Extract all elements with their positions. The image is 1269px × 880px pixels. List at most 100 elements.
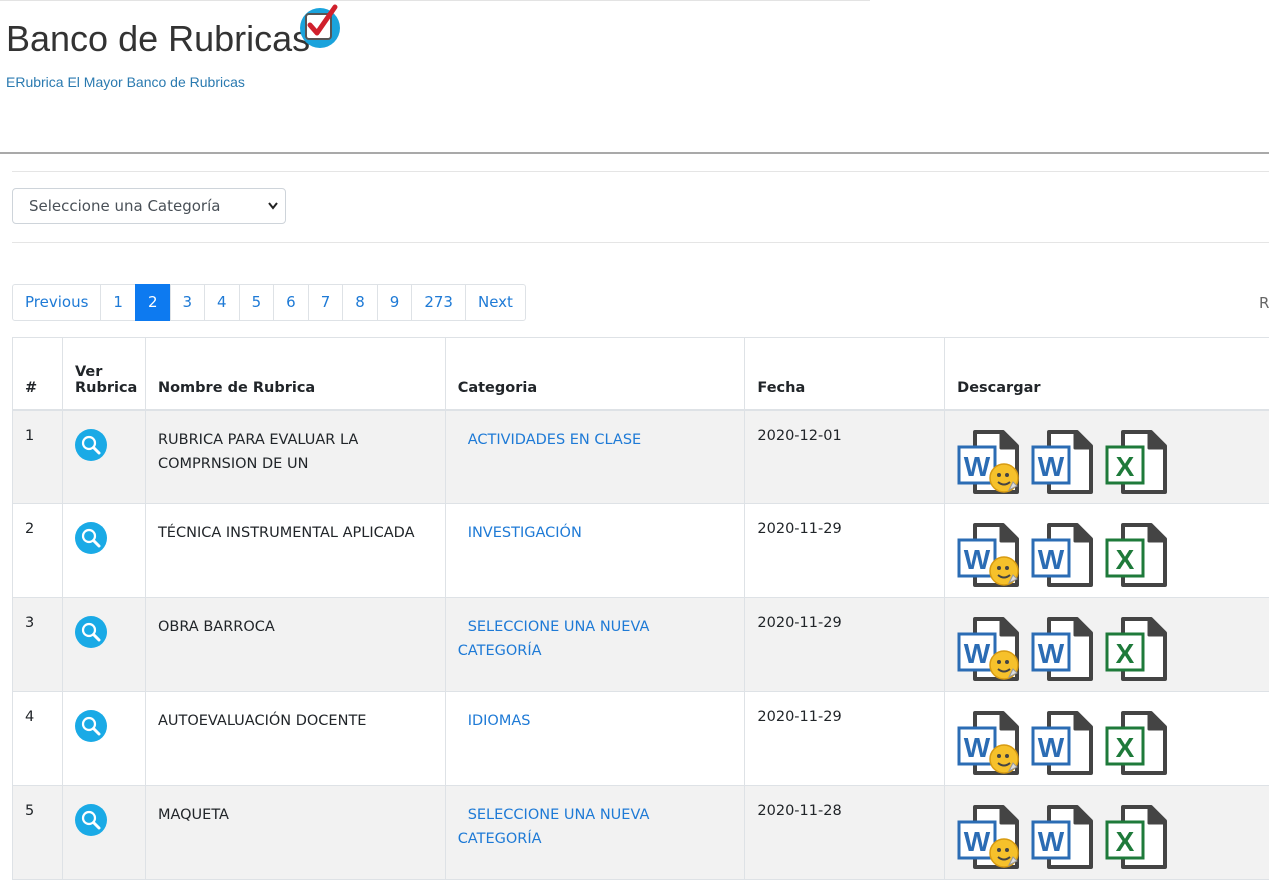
view-rubric-button[interactable] — [75, 710, 107, 742]
row-number: 5 — [13, 786, 63, 880]
header-divider — [0, 152, 1269, 154]
table-row: 1 RUBRICA PARA EVALUAR LA COMPRNSION DE … — [13, 410, 1269, 504]
category-cell: INVESTIGACIÓN — [445, 504, 745, 598]
svg-text:W: W — [1038, 826, 1065, 857]
rubric-name: TÉCNICA INSTRUMENTAL APLICADA — [145, 504, 445, 598]
svg-text:W: W — [1038, 451, 1065, 482]
category-cell: SELECCIONE UNA NUEVA CATEGORÍA — [445, 786, 745, 880]
category-select[interactable]: Seleccione una Categoría — [12, 188, 286, 224]
table-row: 5 MAQUETA SELECCIONE UNA NUEVA CATEGORÍA… — [13, 786, 1269, 880]
pagination-page[interactable]: 9 — [377, 284, 413, 321]
svg-text:X: X — [1116, 826, 1135, 857]
magnifier-icon — [75, 429, 107, 461]
col-header-download: Descargar — [945, 338, 1269, 410]
magnifier-icon — [75, 710, 107, 742]
svg-text:W: W — [964, 826, 991, 857]
rubric-date: 2020-11-29 — [745, 504, 945, 598]
pagination-page[interactable]: 273 — [411, 284, 466, 321]
pagination-page[interactable]: 7 — [308, 284, 344, 321]
svg-text:W: W — [964, 638, 991, 669]
rubric-date: 2020-11-28 — [745, 786, 945, 880]
row-number: 2 — [13, 504, 63, 598]
rubric-name: MAQUETA — [145, 786, 445, 880]
checkbox-check-icon — [297, 3, 343, 49]
pagination-page[interactable]: 3 — [170, 284, 206, 321]
excel-icon[interactable]: X — [1105, 523, 1169, 587]
word-edit-icon[interactable]: W — [957, 805, 1021, 869]
view-rubric-button[interactable] — [75, 522, 107, 554]
excel-icon[interactable]: X — [1105, 805, 1169, 869]
pagination-page-active[interactable]: 2 — [135, 284, 171, 321]
view-cell — [62, 504, 145, 598]
svg-text:W: W — [1038, 638, 1065, 669]
view-rubric-button[interactable] — [75, 429, 107, 461]
word-edit-icon[interactable]: W — [957, 711, 1021, 775]
col-header-view: Ver Rubrica — [62, 338, 145, 410]
table-row: 2 TÉCNICA INSTRUMENTAL APLICADA INVESTIG… — [13, 504, 1269, 598]
word-edit-icon[interactable]: W — [957, 523, 1021, 587]
pagination-page[interactable]: 4 — [204, 284, 240, 321]
rubric-name: AUTOEVALUACIÓN DOCENTE — [145, 692, 445, 786]
category-cell: IDIOMAS — [445, 692, 745, 786]
word-icon[interactable]: W — [1031, 617, 1095, 681]
download-cell: W W X — [945, 504, 1269, 598]
word-edit-icon[interactable]: W — [957, 430, 1021, 494]
category-link[interactable]: SELECCIONE UNA NUEVA CATEGORÍA — [458, 807, 650, 847]
category-cell: ACTIVIDADES EN CLASE — [445, 410, 745, 504]
category-link[interactable]: SELECCIONE UNA NUEVA CATEGORÍA — [458, 619, 650, 659]
word-icon[interactable]: W — [1031, 805, 1095, 869]
chevron-down-icon — [267, 189, 279, 237]
view-rubric-button[interactable] — [75, 804, 107, 836]
word-edit-icon[interactable]: W — [957, 617, 1021, 681]
category-select-value: Seleccione una Categoría — [29, 197, 220, 215]
top-border — [0, 0, 870, 1]
col-header-name: Nombre de Rubrica — [145, 338, 445, 410]
excel-icon[interactable]: X — [1105, 430, 1169, 494]
svg-text:X: X — [1116, 732, 1135, 763]
rubric-date: 2020-11-29 — [745, 598, 945, 692]
category-link[interactable]: IDIOMAS — [458, 713, 531, 729]
pagination: Previous 1 2 3 4 5 6 7 8 9 273 Next — [12, 284, 526, 321]
pagination-page[interactable]: 1 — [100, 284, 136, 321]
rubric-date: 2020-11-29 — [745, 692, 945, 786]
magnifier-icon — [75, 522, 107, 554]
col-header-date: Fecha — [745, 338, 945, 410]
rubrics-table: # Ver Rubrica Nombre de Rubrica Categori… — [12, 337, 1269, 880]
excel-icon[interactable]: X — [1105, 711, 1169, 775]
view-rubric-button[interactable] — [75, 616, 107, 648]
view-cell — [62, 692, 145, 786]
view-cell — [62, 786, 145, 880]
view-cell — [62, 598, 145, 692]
site-subtitle-link[interactable]: ERubrica El Mayor Banco de Rubricas — [6, 74, 245, 90]
table-row: 4 AUTOEVALUACIÓN DOCENTE IDIOMAS 2020-11… — [13, 692, 1269, 786]
svg-text:X: X — [1116, 451, 1135, 482]
pagination-previous[interactable]: Previous — [12, 284, 101, 321]
pagination-page[interactable]: 8 — [342, 284, 378, 321]
magnifier-icon — [75, 616, 107, 648]
rubric-name: OBRA BARROCA — [145, 598, 445, 692]
svg-text:W: W — [964, 732, 991, 763]
download-cell: W W X — [945, 410, 1269, 504]
site-title: Banco de Rubricas — [6, 18, 310, 60]
word-icon[interactable]: W — [1031, 711, 1095, 775]
svg-text:X: X — [1116, 544, 1135, 575]
pagination-next[interactable]: Next — [465, 284, 526, 321]
divider — [12, 242, 1269, 243]
excel-icon[interactable]: X — [1105, 617, 1169, 681]
col-header-category: Categoria — [445, 338, 745, 410]
svg-text:W: W — [964, 451, 991, 482]
category-link[interactable]: INVESTIGACIÓN — [458, 525, 582, 541]
category-link[interactable]: ACTIVIDADES EN CLASE — [458, 432, 642, 448]
divider — [12, 171, 1269, 172]
word-icon[interactable]: W — [1031, 430, 1095, 494]
word-icon[interactable]: W — [1031, 523, 1095, 587]
pagination-page[interactable]: 5 — [239, 284, 275, 321]
records-info-text: R — [1259, 294, 1269, 312]
svg-text:X: X — [1116, 638, 1135, 669]
magnifier-icon — [75, 804, 107, 836]
pagination-page[interactable]: 6 — [273, 284, 309, 321]
row-number: 4 — [13, 692, 63, 786]
rubric-date: 2020-12-01 — [745, 410, 945, 504]
rubric-name: RUBRICA PARA EVALUAR LA COMPRNSION DE UN — [145, 410, 445, 504]
table-row: 3 OBRA BARROCA SELECCIONE UNA NUEVA CATE… — [13, 598, 1269, 692]
